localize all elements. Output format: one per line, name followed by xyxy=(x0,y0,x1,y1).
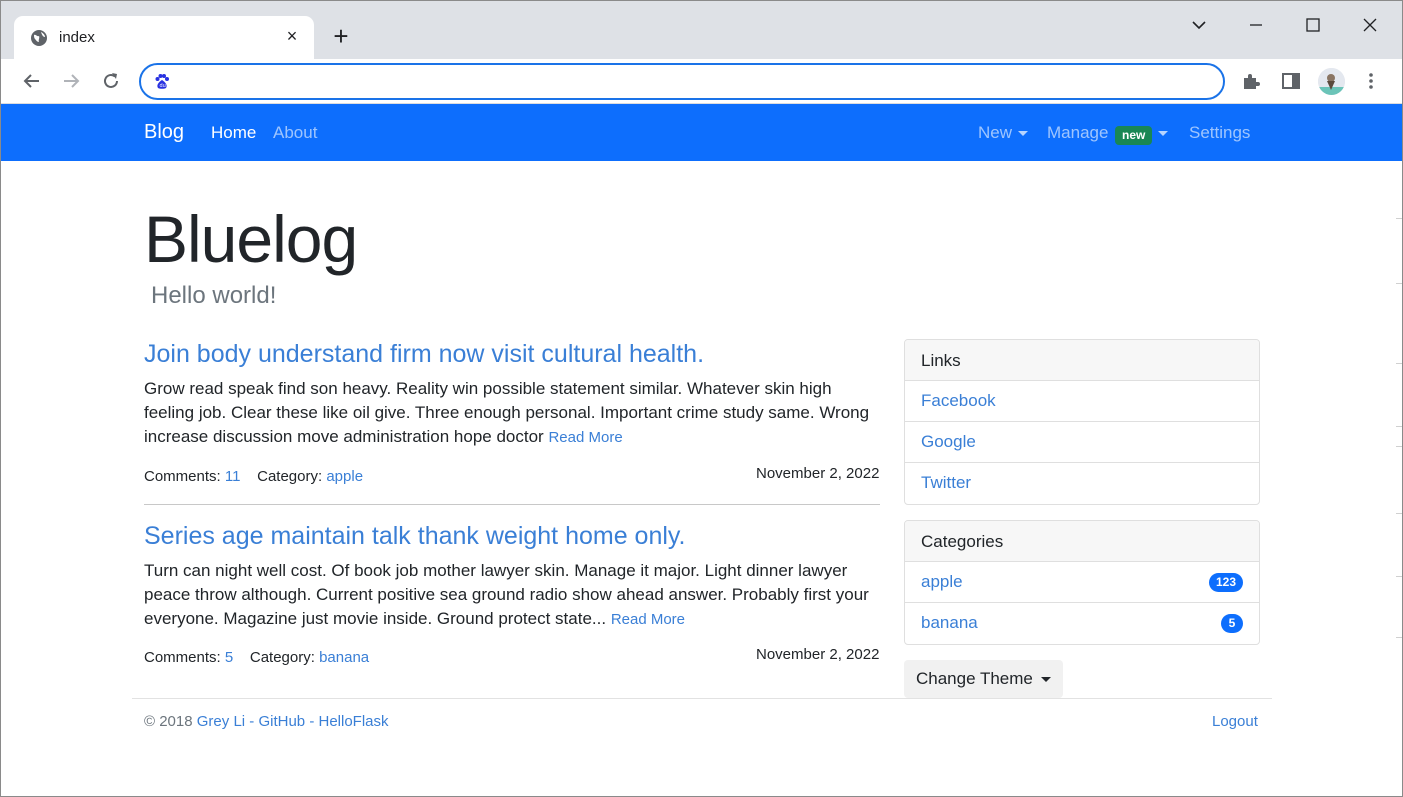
manage-new-badge: new xyxy=(1115,126,1153,145)
minimize-icon[interactable] xyxy=(1244,13,1268,37)
browser-window: index × + du Blog Home About New Manage … xyxy=(0,0,1403,797)
logout-link[interactable]: Logout xyxy=(1212,713,1258,730)
url-input[interactable] xyxy=(181,69,1201,94)
tab-close-icon[interactable]: × xyxy=(282,26,302,46)
post-meta: Comments: 11 Category: apple xyxy=(144,468,363,485)
post-title[interactable]: Series age maintain talk thank weight ho… xyxy=(144,521,880,551)
footer-separator: - xyxy=(309,713,315,730)
post-date: November 2, 2022 xyxy=(756,646,880,663)
tab-title: index xyxy=(59,29,95,46)
category-item-apple[interactable]: apple 123 xyxy=(905,562,1259,603)
post-title[interactable]: Join body understand firm now visit cult… xyxy=(144,339,880,369)
nav-manage-dropdown[interactable]: Manage xyxy=(1047,123,1108,143)
baidu-paw-icon: du xyxy=(155,74,169,89)
edge-tick xyxy=(1396,513,1402,514)
comments-label: Comments: xyxy=(144,649,221,666)
svg-text:du: du xyxy=(160,83,166,89)
link-twitter[interactable]: Twitter xyxy=(905,463,1259,504)
footer-credits: © 2018 Grey Li - GitHub - HelloFlask xyxy=(144,713,389,730)
edge-tick xyxy=(1396,283,1402,284)
menu-dots-icon[interactable] xyxy=(1360,70,1382,92)
navbar-brand[interactable]: Blog xyxy=(144,121,184,144)
links-card: Links Facebook Google Twitter xyxy=(904,339,1260,505)
comments-label: Comments: xyxy=(144,468,221,485)
category-count-badge: 123 xyxy=(1208,573,1243,592)
category-link[interactable]: apple xyxy=(326,468,363,485)
nav-manage-label: Manage xyxy=(1047,123,1109,142)
footer-separator: - xyxy=(249,713,255,730)
post-body: Grow read speak find son heavy. Reality … xyxy=(144,377,880,450)
change-theme-label: Change Theme xyxy=(916,669,1033,688)
page-title: Bluelog xyxy=(144,202,358,276)
category-name: banana xyxy=(921,613,978,632)
category-link[interactable]: banana xyxy=(319,649,369,666)
chevron-down-icon[interactable] xyxy=(1158,131,1168,136)
chevron-down-icon xyxy=(1040,677,1051,683)
links-card-title: Links xyxy=(905,340,1259,381)
read-more-link[interactable]: Read More xyxy=(548,429,622,446)
avatar-icon xyxy=(1318,68,1345,95)
edge-tick xyxy=(1396,446,1402,447)
chevron-down-icon xyxy=(1018,131,1029,137)
category-label: Category: xyxy=(249,649,315,666)
extensions-puzzle-icon[interactable] xyxy=(1240,70,1262,92)
post-meta: Comments: 5 Category: banana xyxy=(144,649,369,666)
link-google[interactable]: Google xyxy=(905,422,1259,463)
new-tab-button[interactable]: + xyxy=(329,23,353,49)
back-arrow-icon[interactable] xyxy=(20,69,44,93)
close-window-icon[interactable] xyxy=(1358,13,1382,37)
reload-icon[interactable] xyxy=(99,69,123,93)
categories-card-title: Categories xyxy=(905,521,1259,562)
helloflask-link[interactable]: HelloFlask xyxy=(319,713,389,730)
footer-divider xyxy=(132,698,1272,699)
maximize-icon[interactable] xyxy=(1301,13,1325,37)
nav-new-label: New xyxy=(978,123,1013,142)
post-item: Join body understand firm now visit cult… xyxy=(144,339,880,450)
edge-tick xyxy=(1396,218,1402,219)
globe-icon xyxy=(31,30,47,46)
browser-tab[interactable]: index × xyxy=(14,16,314,59)
post-item: Series age maintain talk thank weight ho… xyxy=(144,521,880,632)
post-excerpt: Grow read speak find son heavy. Reality … xyxy=(144,379,870,446)
edge-tick xyxy=(1396,363,1402,364)
category-item-banana[interactable]: banana 5 xyxy=(905,603,1259,644)
side-panel-icon[interactable] xyxy=(1280,70,1302,92)
category-label: Category: xyxy=(257,468,323,485)
tab-bar: index × + xyxy=(1,1,1402,59)
browser-toolbar: du xyxy=(1,59,1402,104)
read-more-link[interactable]: Read More xyxy=(611,611,685,628)
post-body: Turn can night well cost. Of book job mo… xyxy=(144,559,880,632)
nav-home[interactable]: Home xyxy=(211,123,256,143)
link-facebook[interactable]: Facebook xyxy=(905,381,1259,422)
comments-count-link[interactable]: 11 xyxy=(225,468,241,485)
profile-avatar[interactable] xyxy=(1318,68,1345,95)
edge-tick xyxy=(1396,576,1402,577)
forward-arrow-icon[interactable] xyxy=(59,69,83,93)
nav-about[interactable]: About xyxy=(273,123,317,143)
author-link[interactable]: Grey Li xyxy=(197,713,245,730)
comments-count-link[interactable]: 5 xyxy=(225,649,233,666)
address-bar[interactable]: du xyxy=(139,63,1225,100)
tab-search-icon[interactable] xyxy=(1187,13,1211,37)
github-link[interactable]: GitHub xyxy=(258,713,305,730)
change-theme-button[interactable]: Change Theme xyxy=(904,660,1063,698)
edge-tick xyxy=(1396,426,1402,427)
page-subtitle: Hello world! xyxy=(151,282,277,309)
site-navbar: Blog Home About New Manage new Settings xyxy=(1,104,1402,161)
nav-new-dropdown[interactable]: New xyxy=(978,123,1029,143)
nav-settings[interactable]: Settings xyxy=(1189,123,1250,143)
category-name: apple xyxy=(921,572,963,591)
category-count-badge: 5 xyxy=(1221,614,1243,633)
edge-tick xyxy=(1396,637,1402,638)
copyright-text: © 2018 xyxy=(144,713,193,730)
post-excerpt: Turn can night well cost. Of book job mo… xyxy=(144,561,869,628)
categories-card: Categories apple 123 banana 5 xyxy=(904,520,1260,645)
post-date: November 2, 2022 xyxy=(756,465,880,482)
post-divider xyxy=(144,504,880,505)
